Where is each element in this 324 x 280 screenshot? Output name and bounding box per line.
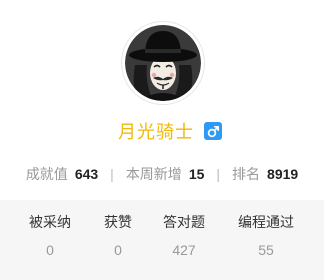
counter-correct-answers[interactable]: 答对题 427 [139, 212, 229, 260]
stat-label: 排名 [232, 166, 261, 182]
counter-value: 427 [172, 242, 196, 258]
separator: | [110, 166, 114, 182]
counter-coding-passed[interactable]: 编程通过 55 [221, 212, 311, 260]
stat-value: 15 [188, 166, 205, 182]
counter-label: 编程通过 [238, 214, 294, 230]
avatar[interactable] [125, 25, 201, 101]
stat-value: 8919 [267, 166, 299, 182]
user-profile-card: 月光骑士 成就值 643 | 本周新增 15 | 排名 8919 被采纳 0 获赞 0 [0, 0, 324, 280]
counter-label: 答对题 [163, 214, 205, 230]
stat-weekly-new: 本周新增 15 [126, 164, 205, 184]
stat-label: 本周新增 [125, 166, 182, 182]
separator: | [216, 166, 221, 182]
stat-achievement: 成就值 643 [26, 164, 98, 184]
username[interactable]: 月光骑士 [118, 118, 194, 144]
stat-label: 成就值 [25, 166, 68, 182]
stat-rank: 排名 8919 [232, 164, 298, 184]
avatar-frame[interactable] [122, 22, 204, 104]
counters-panel: 被采纳 0 获赞 0 答对题 427 编程通过 55 [0, 200, 324, 280]
male-symbol-icon [204, 122, 222, 140]
stats-row: 成就值 643 | 本周新增 15 | 排名 8919 [0, 163, 324, 185]
counter-value: 55 [258, 242, 274, 258]
stat-value: 643 [74, 166, 99, 182]
name-row: 月光骑士 [0, 118, 324, 144]
